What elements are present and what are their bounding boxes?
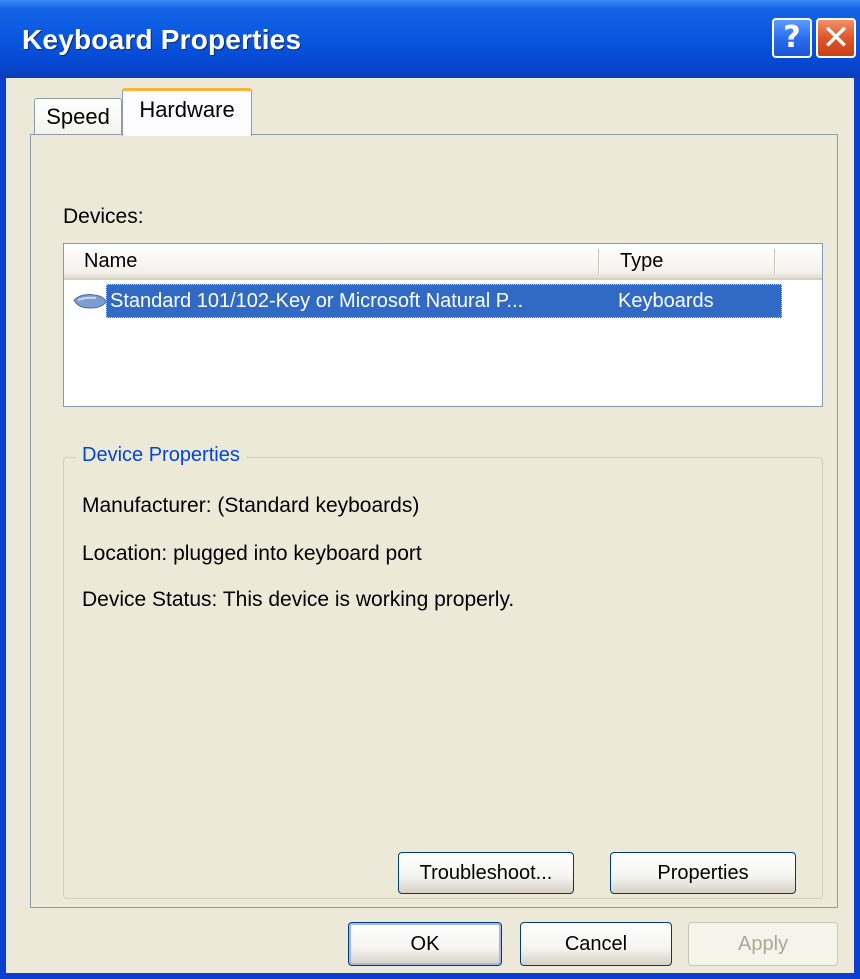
help-button[interactable]: ?: [772, 18, 812, 58]
cancel-label: Cancel: [564, 932, 628, 955]
troubleshoot-button[interactable]: Troubleshoot...: [398, 852, 574, 894]
devices-label: Devices:: [63, 205, 144, 228]
list-header: Name Type: [64, 244, 822, 280]
column-header-type[interactable]: Type: [620, 244, 770, 278]
device-name-cell: Standard 101/102-Key or Microsoft Natura…: [110, 289, 524, 312]
column-name-label: Name: [84, 249, 138, 272]
troubleshoot-label: Troubleshoot...: [419, 861, 553, 884]
properties-button[interactable]: Properties: [610, 852, 796, 894]
device-status-text: Device Status: This device is working pr…: [82, 588, 515, 611]
device-properties-group: Device Properties Manufacturer: (Standar…: [63, 444, 823, 899]
dialog-client-area: Speed Hardware Devices: Name Type Standa…: [6, 78, 854, 973]
dialog-window: Keyboard Properties ? ✕ Speed Hardware D…: [0, 0, 860, 979]
tab-hardware[interactable]: Hardware: [122, 88, 252, 136]
apply-button[interactable]: Apply: [688, 922, 838, 966]
tab-speed[interactable]: Speed: [34, 98, 122, 134]
tab-hardware-label: Hardware: [139, 97, 235, 122]
ok-label: OK: [410, 932, 440, 955]
device-type-cell: Keyboards: [618, 289, 714, 312]
location-text: Location: plugged into keyboard port: [82, 542, 422, 565]
tab-speed-label: Speed: [46, 103, 110, 129]
cancel-button[interactable]: Cancel: [520, 922, 672, 966]
column-divider[interactable]: [774, 249, 776, 275]
close-button[interactable]: ✕: [816, 18, 856, 58]
manufacturer-text: Manufacturer: (Standard keyboards): [82, 494, 420, 517]
close-icon: ✕: [821, 18, 851, 58]
column-divider[interactable]: [598, 249, 600, 275]
list-item[interactable]: Standard 101/102-Key or Microsoft Natura…: [72, 284, 782, 318]
devices-list[interactable]: Name Type Standard 101/102-Key or Micros…: [63, 243, 823, 407]
properties-label: Properties: [657, 861, 749, 884]
column-header-name[interactable]: Name: [84, 244, 594, 278]
ok-button[interactable]: OK: [348, 922, 502, 966]
window-title: Keyboard Properties: [22, 24, 302, 55]
keyboard-icon: [73, 294, 107, 309]
help-icon: ?: [783, 20, 801, 55]
tab-panel-hardware: Devices: Name Type Standard 101/102-Key …: [30, 134, 838, 908]
apply-label: Apply: [737, 932, 789, 955]
group-title: Device Properties: [76, 444, 246, 467]
title-bar[interactable]: Keyboard Properties ? ✕: [0, 0, 860, 78]
column-type-label: Type: [620, 249, 664, 272]
